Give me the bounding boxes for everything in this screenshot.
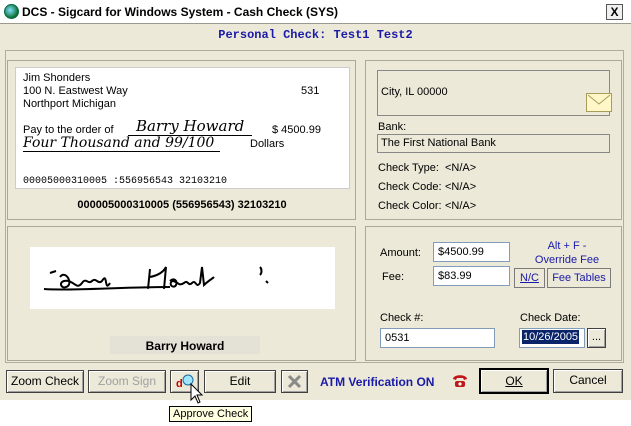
bank-name: The First National Bank [381, 137, 496, 149]
fee-tables-button[interactable]: Fee Tables [547, 268, 611, 288]
window-title: DCS - Sigcard for Windows System - Cash … [22, 5, 338, 19]
override-fee-hint: Alt + F - Override Fee [534, 240, 600, 266]
check-payee-handwriting: Barry Howard [128, 117, 253, 136]
fee-field[interactable]: $83.99 [433, 266, 510, 286]
cancel-button[interactable]: Cancel [553, 369, 623, 393]
check-number-label: Check #: [380, 312, 424, 324]
date-picker-button[interactable]: ... [587, 328, 606, 348]
envelope-flap [587, 94, 611, 105]
telephone-icon [451, 373, 469, 389]
check-amount-words-handwriting: Four Thousand and 99/100 [23, 135, 221, 152]
check-date-value: 10/26/2005 [522, 330, 580, 344]
atm-verification-status: ATM Verification ON [320, 375, 435, 389]
fee-label: Fee: [382, 271, 405, 283]
check-amount-print: $ 4500.99 [272, 124, 321, 136]
check-micr-line: 00005000310005 :556956543 32103210 [23, 176, 228, 187]
check-address-line1: 100 N. Eastwest Way [23, 85, 128, 97]
envelope-icon[interactable] [586, 93, 612, 112]
delete-button[interactable] [281, 370, 308, 393]
check-date-label: Check Date: [520, 312, 581, 324]
bank-label: Bank: [378, 121, 407, 133]
check-date-field[interactable]: 10/26/2005 [519, 328, 585, 348]
close-button[interactable]: X [606, 4, 623, 20]
amount-field[interactable]: $4500.99 [433, 242, 510, 262]
signature-name: Barry Howard [145, 339, 225, 353]
payer-city-state: City, IL 00000 [381, 86, 448, 98]
check-payer-name: Jim Shonders [23, 72, 91, 84]
micr-caption: 000005000310005 (556956543) 32103210 [77, 199, 287, 211]
delete-x-icon [287, 374, 302, 389]
signature-image[interactable] [30, 247, 335, 309]
zoom-sign-button[interactable]: Zoom Sign [88, 370, 166, 393]
no-charge-button[interactable]: N/C [514, 268, 545, 288]
page-subtitle: Personal Check: Test1 Test2 [218, 28, 413, 42]
bank-name-box: The First National Bank [377, 134, 610, 153]
check-code-value: <N/A> [445, 181, 477, 193]
approve-check-tooltip: Approve Check [169, 406, 253, 422]
ok-button[interactable]: OK [479, 368, 549, 394]
check-type-label: Check Type: [378, 162, 439, 174]
check-code-label: Check Code: [378, 181, 442, 193]
svg-text:d: d [176, 378, 183, 390]
check-dollars-label: Dollars [250, 138, 285, 150]
app-globe-icon [4, 4, 19, 19]
check-color-label: Check Color: [378, 200, 442, 212]
amount-label: Amount: [380, 247, 421, 259]
check-type-value: <N/A> [445, 162, 477, 174]
check-image[interactable]: Jim Shonders 100 N. Eastwest Way Northpo… [15, 67, 350, 189]
zoom-check-button[interactable]: Zoom Check [6, 370, 84, 393]
edit-button[interactable]: Edit [204, 370, 276, 393]
check-number-field[interactable]: 0531 [380, 328, 495, 348]
mouse-cursor [190, 382, 204, 405]
check-number-print: 531 [301, 85, 320, 97]
check-address-line2: Northport Michigan [23, 98, 116, 110]
check-color-value: <N/A> [445, 200, 477, 212]
signature-scribble [43, 266, 269, 291]
